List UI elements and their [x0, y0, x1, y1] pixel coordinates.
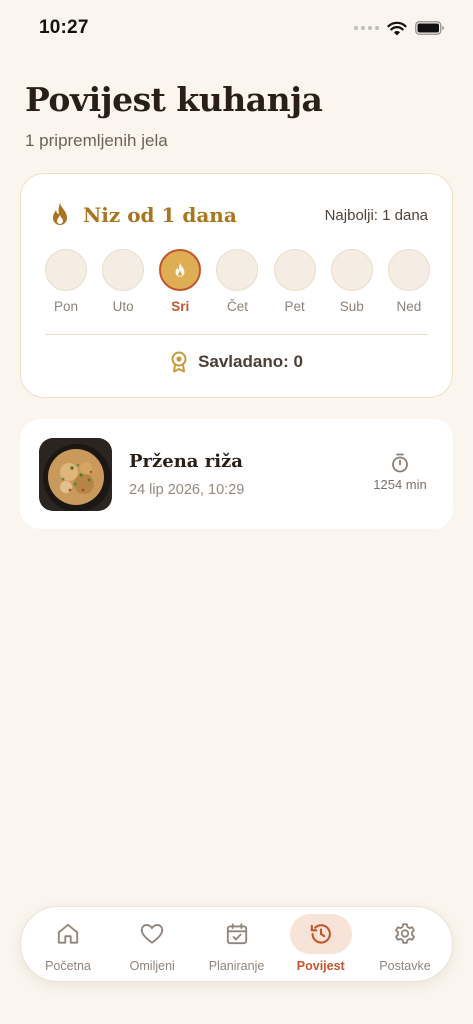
tab-label: Početna — [45, 959, 91, 973]
week-days-row: Pon Uto Sri Čet Pet Sub Ned — [45, 249, 430, 319]
day-circle-active — [159, 249, 202, 291]
day-label: Pet — [284, 299, 305, 314]
streak-title: Niz od 1 dana — [83, 203, 237, 227]
day-wed: Sri — [159, 249, 202, 319]
tab-planning[interactable]: Planiranje — [198, 912, 276, 976]
home-icon — [57, 923, 79, 944]
page-title: Povijest kuhanja — [25, 80, 323, 119]
day-circle — [273, 249, 316, 291]
flame-icon — [175, 262, 185, 277]
tab-history[interactable]: Povijest — [282, 912, 360, 976]
day-circle — [45, 249, 87, 291]
flame-icon — [53, 203, 67, 225]
status-bar: 10:27 — [0, 0, 473, 56]
calendar-check-icon — [226, 923, 247, 945]
day-label: Ned — [396, 299, 422, 314]
tab-settings[interactable]: Postavke — [366, 912, 444, 976]
status-indicators — [354, 21, 445, 36]
day-thu: Čet — [216, 249, 259, 319]
dish-date: 24 lip 2026, 10:29 — [129, 482, 245, 498]
day-label: Uto — [112, 299, 134, 314]
status-time: 10:27 — [39, 17, 89, 38]
gear-icon — [395, 923, 415, 944]
history-icon — [310, 924, 331, 944]
day-circle — [387, 249, 430, 291]
day-label: Sub — [339, 299, 364, 314]
day-sun: Ned — [387, 249, 430, 319]
day-circle — [330, 249, 373, 291]
cellular-signal-icon — [354, 26, 379, 30]
day-mon: Pon — [45, 249, 87, 319]
day-circle — [216, 249, 259, 291]
history-item[interactable]: Pržena riža 24 lip 2026, 10:29 1254 min — [20, 419, 453, 529]
tab-label: Planiranje — [208, 959, 265, 973]
day-sat: Sub — [330, 249, 373, 319]
battery-icon — [415, 21, 444, 35]
day-label: Pon — [53, 299, 79, 314]
dish-duration-value: 1254 min — [373, 477, 427, 492]
day-circle — [102, 249, 145, 291]
tab-label: Omiljeni — [129, 959, 175, 973]
streak-title-group: Niz od 1 dana — [49, 202, 237, 228]
page-subtitle: 1 pripremljenih jela — [25, 131, 168, 150]
tab-home[interactable]: Početna — [29, 912, 107, 976]
day-label: Sri — [171, 299, 190, 314]
award-icon — [171, 351, 187, 373]
tab-label: Povijest — [296, 959, 345, 973]
streak-card: Niz od 1 dana Najbolji: 1 dana Pon Uto S… — [20, 173, 453, 398]
wifi-icon — [387, 21, 407, 35]
mastered-row: Savladano: 0 — [21, 350, 452, 374]
stopwatch-icon — [392, 453, 408, 473]
tab-label: Postavke — [379, 959, 431, 973]
mastered-count: Savladano: 0 — [198, 352, 303, 371]
dish-thumbnail — [39, 438, 112, 511]
dish-duration: 1254 min — [365, 453, 435, 492]
day-fri: Pet — [273, 249, 316, 319]
heart-icon — [141, 923, 164, 944]
day-tue: Uto — [102, 249, 145, 319]
tab-bar: Početna Omiljeni Planiranje Povijest Pos… — [20, 906, 453, 982]
streak-header: Niz od 1 dana Najbolji: 1 dana — [49, 200, 428, 230]
day-label: Čet — [226, 299, 248, 314]
streak-best: Najbolji: 1 dana — [324, 206, 428, 224]
dish-title: Pržena riža — [129, 451, 243, 472]
tab-favorites[interactable]: Omiljeni — [113, 912, 191, 976]
divider — [45, 334, 428, 335]
